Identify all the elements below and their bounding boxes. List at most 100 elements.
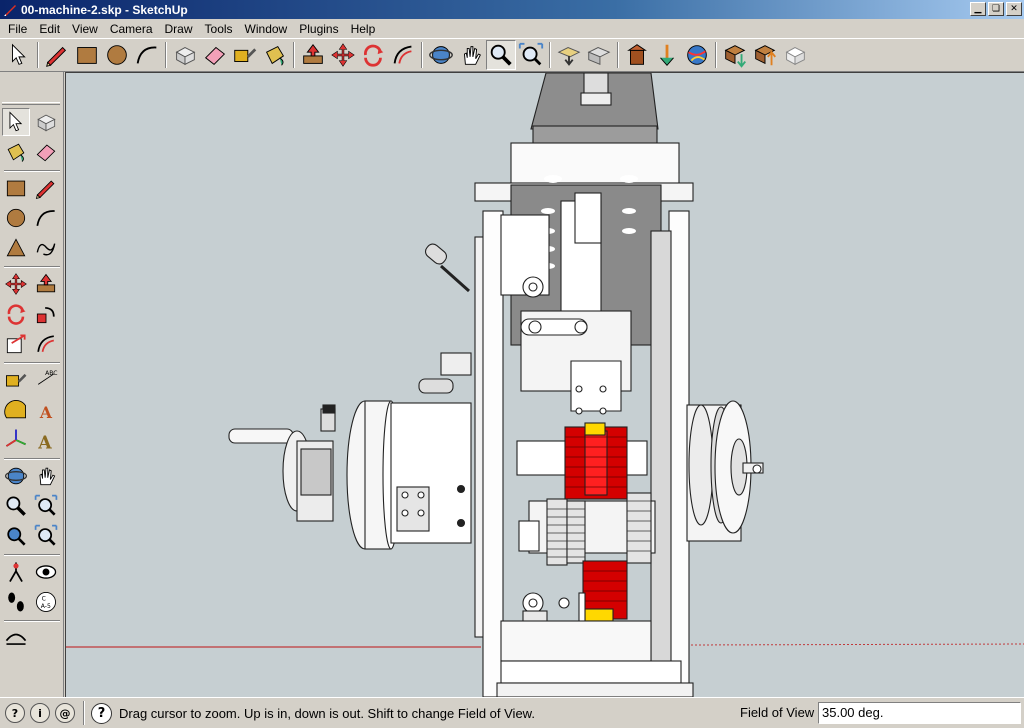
- menu-edit[interactable]: Edit: [33, 22, 66, 36]
- next-view-tool-button[interactable]: [584, 40, 614, 70]
- freehand-tool-button[interactable]: [32, 234, 60, 262]
- polygon-tool-button[interactable]: [2, 234, 30, 262]
- help-circle-icon[interactable]: @: [55, 703, 75, 723]
- rotate-tool-button[interactable]: [2, 300, 30, 328]
- zoom-tool-button[interactable]: [486, 40, 516, 70]
- tape-icon: [234, 48, 257, 62]
- make-component-tool-button[interactable]: [32, 108, 60, 136]
- menu-view[interactable]: View: [66, 22, 104, 36]
- tool-separator: [4, 554, 60, 556]
- menu-help[interactable]: Help: [345, 22, 382, 36]
- extension-tool-button[interactable]: [780, 40, 810, 70]
- offset-tool-button[interactable]: [32, 330, 60, 358]
- axes-tool-button[interactable]: [2, 426, 30, 454]
- tape-measure-tool-button[interactable]: [2, 366, 30, 394]
- orbit-tool-button[interactable]: [426, 40, 456, 70]
- title-bar: 00-machine-2.skp - SketchUp ▁ ❏ ✕: [0, 0, 1024, 19]
- select-tool-button[interactable]: [4, 40, 34, 70]
- move-tool-button[interactable]: [328, 40, 358, 70]
- google-earth-tool-button[interactable]: [682, 40, 712, 70]
- push-pull-tool-button[interactable]: [32, 270, 60, 298]
- circle-tool-button[interactable]: [2, 204, 30, 232]
- paint-bucket-tool-button[interactable]: [260, 40, 290, 70]
- zoom-extents-icon: [518, 42, 544, 66]
- drawing-viewport[interactable]: [65, 72, 1024, 697]
- rectangle-tool-button[interactable]: [72, 40, 102, 70]
- eraser-tool-button[interactable]: [32, 138, 60, 166]
- orbit-icon: [4, 467, 28, 485]
- dimension-tool-button[interactable]: ABC: [32, 366, 60, 394]
- sandbox-tool-button[interactable]: [2, 624, 30, 652]
- zoom-window-icon: [34, 494, 58, 516]
- share-component-tool-button[interactable]: [750, 40, 780, 70]
- arc-icon: [136, 46, 157, 64]
- pencil-tool-button[interactable]: [42, 40, 72, 70]
- menu-window[interactable]: Window: [239, 22, 294, 36]
- push-pull-tool-button[interactable]: [298, 40, 328, 70]
- 3d-text-tool-button[interactable]: A: [32, 426, 60, 454]
- globe-icon: [687, 45, 707, 65]
- close-button[interactable]: ✕: [1006, 2, 1022, 16]
- get-models-tool-button[interactable]: [720, 40, 750, 70]
- model-render: [66, 73, 1024, 697]
- pan-tool-button[interactable]: [456, 40, 486, 70]
- toolbar-separator: [549, 42, 551, 68]
- menu-tools[interactable]: Tools: [199, 22, 239, 36]
- measurements-input[interactable]: 35.00 deg.: [818, 702, 1021, 724]
- menu-camera[interactable]: Camera: [104, 22, 159, 36]
- position-camera-tool-button[interactable]: [2, 558, 30, 586]
- arc-tool-button[interactable]: [32, 204, 60, 232]
- text-tool-button[interactable]: A: [32, 396, 60, 424]
- restore-button[interactable]: ❏: [988, 2, 1004, 16]
- paint-bucket-tool-button[interactable]: [2, 138, 30, 166]
- toolbar-grip[interactable]: [2, 102, 60, 105]
- tool-row: ABC: [2, 366, 60, 394]
- circle-tool-button[interactable]: [102, 40, 132, 70]
- previous-view-tool-button[interactable]: [554, 40, 584, 70]
- instructor-help-icon[interactable]: ?: [91, 702, 112, 724]
- follow-me-tool-button[interactable]: [32, 300, 60, 328]
- scale-tool-button[interactable]: [2, 330, 30, 358]
- select-tool-button[interactable]: [2, 108, 30, 136]
- share-model-tool-button[interactable]: [652, 40, 682, 70]
- zoom-extents-tool-button[interactable]: [32, 522, 60, 550]
- rotate-tool-button[interactable]: [358, 40, 388, 70]
- zoom-extents-icon: [34, 524, 58, 546]
- offset-tool-button[interactable]: [388, 40, 418, 70]
- look-around-tool-button[interactable]: [32, 558, 60, 586]
- orbit-tool-button[interactable]: [2, 462, 30, 490]
- walk-tool-button[interactable]: [2, 588, 30, 616]
- menu-file[interactable]: File: [2, 22, 33, 36]
- arrow-icon: [12, 43, 26, 65]
- tool-row: C A-5: [2, 588, 60, 616]
- line-icon: [35, 180, 55, 199]
- toolbar-separator: [165, 42, 167, 68]
- pan-tool-button[interactable]: [32, 462, 60, 490]
- eraser-tool-button[interactable]: [200, 40, 230, 70]
- toolbar-separator: [715, 42, 717, 68]
- minimize-button[interactable]: ▁: [970, 2, 986, 16]
- make-component-tool-button[interactable]: [170, 40, 200, 70]
- move-tool-button[interactable]: [2, 270, 30, 298]
- previous-tool-button[interactable]: [2, 522, 30, 550]
- zoom-tool-button[interactable]: [2, 492, 30, 520]
- protractor-icon: [4, 400, 26, 419]
- protractor-tool-button[interactable]: [2, 396, 30, 424]
- tool-row: [2, 462, 60, 490]
- menu-draw[interactable]: Draw: [159, 22, 199, 36]
- pushpull-icon: [303, 43, 323, 64]
- section-plane-tool-button[interactable]: C A-5: [32, 588, 60, 616]
- arc-icon: [36, 210, 55, 226]
- line-tool-button[interactable]: [32, 174, 60, 202]
- menu-plugins[interactable]: Plugins: [293, 22, 344, 36]
- polygon-icon: [6, 238, 26, 257]
- rectangle-tool-button[interactable]: [2, 174, 30, 202]
- geo-location-icon[interactable]: ?: [5, 703, 25, 723]
- credits-icon[interactable]: i: [30, 703, 50, 723]
- zoom-window-tool-button[interactable]: [32, 492, 60, 520]
- tool-row: [2, 522, 60, 550]
- tape-measure-tool-button[interactable]: [230, 40, 260, 70]
- warehouse-tool-button[interactable]: [622, 40, 652, 70]
- zoom-extents-tool-button[interactable]: [516, 40, 546, 70]
- arc-tool-button[interactable]: [132, 40, 162, 70]
